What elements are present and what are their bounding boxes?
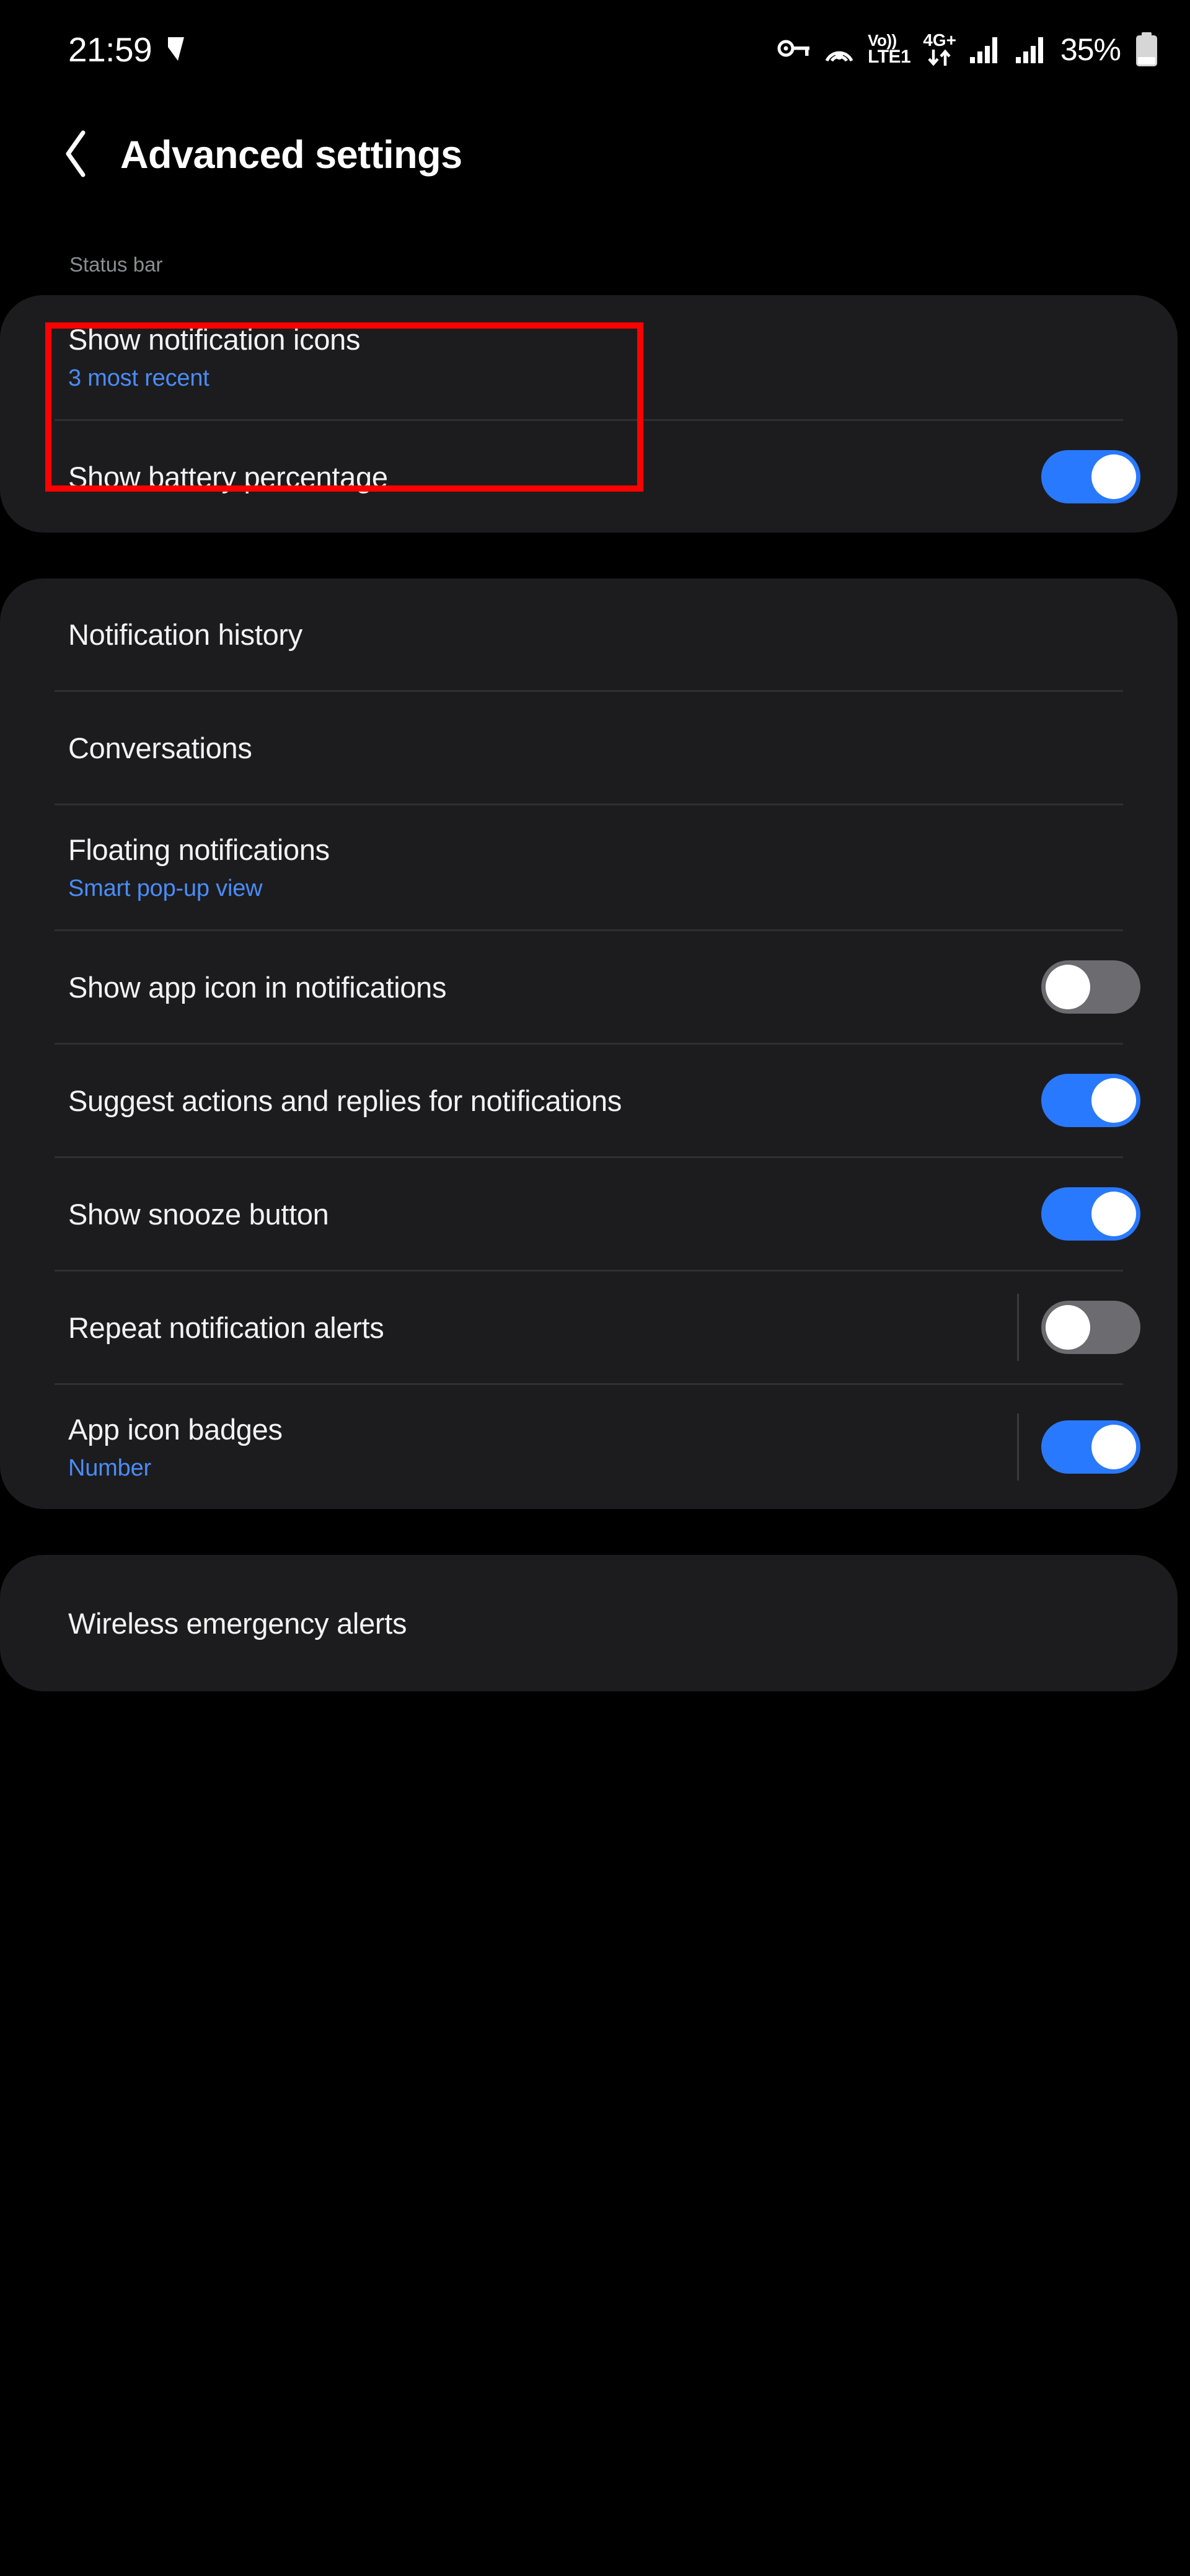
- row-text-group: Conversations: [68, 731, 252, 765]
- status-bar: 21:59 Vo)) LTE1 4G+ 35%: [0, 0, 1190, 99]
- section-label-status-bar: Status bar: [69, 253, 163, 276]
- status-bar-left: 21:59: [68, 30, 187, 69]
- toggle-group: [1017, 1414, 1140, 1481]
- setting-row-wireless-emergency-alerts[interactable]: Wireless emergency alerts: [0, 1555, 1178, 1691]
- battery-icon: [1133, 32, 1160, 68]
- setting-row-repeat-notification-alerts[interactable]: Repeat notification alerts: [0, 1272, 1178, 1383]
- toggle-show-app-icon-in-notifications[interactable]: [1041, 960, 1140, 1014]
- signal-bars-icon: [1015, 35, 1048, 64]
- setting-title: Show snooze button: [68, 1197, 329, 1231]
- setting-row-show-snooze-button[interactable]: Show snooze button: [0, 1158, 1178, 1270]
- setting-title: Wireless emergency alerts: [68, 1606, 407, 1640]
- toggle-group: [1041, 960, 1140, 1014]
- setting-title: Suggest actions and replies for notifica…: [68, 1084, 622, 1117]
- back-chevron-icon[interactable]: [62, 129, 90, 182]
- row-text-group: Repeat notification alerts: [68, 1311, 384, 1345]
- setting-title: Notification history: [68, 617, 302, 651]
- battery-percent-label: 35%: [1060, 32, 1121, 67]
- row-text-group: Floating notifications Smart pop-up view: [68, 833, 330, 902]
- toggle-knob: [1091, 454, 1136, 499]
- settings-card-emergency: Wireless emergency alerts: [0, 1555, 1178, 1691]
- settings-card-notifications: Notification history Conversations Float…: [0, 578, 1178, 1509]
- toggle-group: [1041, 1074, 1140, 1127]
- toggle-group: [1041, 1187, 1140, 1241]
- toggle-knob: [1046, 1305, 1090, 1350]
- nfc-icon: [823, 35, 855, 64]
- signal-bars-icon: [969, 35, 1002, 64]
- volte-bottom-label: LTE1: [868, 46, 911, 68]
- setting-row-suggest-actions-and-replies[interactable]: Suggest actions and replies for notifica…: [0, 1045, 1178, 1156]
- settings-card-status-bar: Show notification icons 3 most recent Sh…: [0, 295, 1178, 533]
- row-text-group: App icon badges Number: [68, 1412, 283, 1482]
- toggle-knob: [1091, 1078, 1136, 1123]
- setting-subtitle: 3 most recent: [68, 365, 209, 391]
- toggle-group: [1017, 1294, 1140, 1361]
- setting-row-show-app-icon-in-notifications[interactable]: Show app icon in notifications: [0, 931, 1178, 1043]
- toggle-knob: [1046, 965, 1090, 1009]
- toggle-show-battery-percentage[interactable]: [1041, 450, 1140, 503]
- setting-subtitle: Smart pop-up view: [68, 875, 263, 901]
- setting-row-app-icon-badges[interactable]: App icon badges Number: [0, 1385, 1178, 1509]
- setting-row-notification-history[interactable]: Notification history: [0, 578, 1178, 690]
- data-transfer-arrows-icon: [927, 48, 953, 67]
- setting-title: Show app icon in notifications: [68, 970, 447, 1004]
- toggle-show-snooze-button[interactable]: [1041, 1187, 1140, 1241]
- setting-title: Show battery percentage: [68, 460, 388, 494]
- setting-title: Repeat notification alerts: [68, 1311, 384, 1344]
- toggle-group: [1041, 450, 1140, 503]
- setting-row-show-battery-percentage[interactable]: Show battery percentage: [0, 421, 1178, 533]
- row-text-group: Show battery percentage: [68, 460, 388, 494]
- network-type-indicator: 4G+: [923, 30, 956, 68]
- network-type-label: 4G+: [923, 30, 956, 50]
- status-bar-clock: 21:59: [68, 30, 152, 69]
- setting-row-show-notification-icons[interactable]: Show notification icons 3 most recent: [0, 295, 1178, 419]
- row-text-group: Suggest actions and replies for notifica…: [68, 1084, 622, 1118]
- setting-title: Floating notifications: [68, 833, 330, 866]
- row-text-group: Wireless emergency alerts: [68, 1606, 407, 1640]
- setting-title: App icon badges: [68, 1413, 283, 1446]
- toggle-repeat-notification-alerts[interactable]: [1041, 1301, 1140, 1354]
- toggle-separator-rule: [1017, 1414, 1019, 1481]
- row-text-group: Show notification icons 3 most recent: [68, 322, 361, 392]
- toggle-separator-rule: [1017, 1294, 1019, 1361]
- row-text-group: Show app icon in notifications: [68, 970, 447, 1004]
- status-bar-right: Vo)) LTE1 4G+ 35%: [777, 30, 1160, 68]
- setting-title: Conversations: [68, 731, 252, 764]
- row-text-group: Show snooze button: [68, 1197, 329, 1231]
- setting-row-floating-notifications[interactable]: Floating notifications Smart pop-up view: [0, 805, 1178, 929]
- vpn-key-icon: [777, 36, 811, 63]
- setting-title: Show notification icons: [68, 323, 361, 356]
- setting-row-conversations[interactable]: Conversations: [0, 692, 1178, 803]
- toggle-knob: [1091, 1425, 1136, 1469]
- setting-subtitle: Number: [68, 1455, 151, 1481]
- toggle-suggest-actions-and-replies[interactable]: [1041, 1074, 1140, 1127]
- checkmark-icon: [165, 35, 187, 65]
- row-text-group: Notification history: [68, 617, 302, 652]
- volte-indicator: Vo)) LTE1: [868, 33, 911, 68]
- toggle-app-icon-badges[interactable]: [1041, 1420, 1140, 1474]
- toggle-knob: [1091, 1192, 1136, 1236]
- app-bar: Advanced settings: [0, 99, 1190, 211]
- page-title: Advanced settings: [120, 133, 462, 177]
